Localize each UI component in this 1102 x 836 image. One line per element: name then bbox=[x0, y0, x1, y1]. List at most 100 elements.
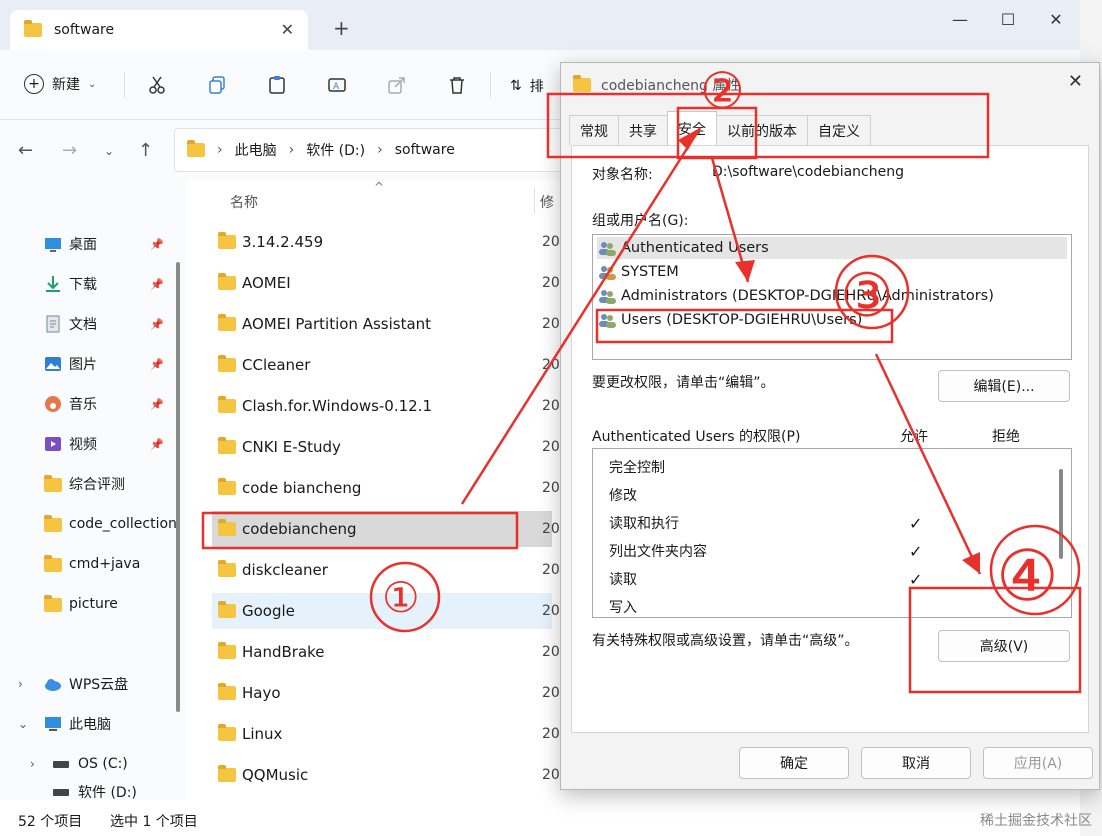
check-icon: ✓ bbox=[909, 569, 923, 589]
tab-previous-versions[interactable]: 以前的版本 bbox=[716, 115, 808, 145]
group-item[interactable]: Administrators (DESKTOP-DGIEHRU\Administ… bbox=[597, 285, 994, 307]
tab-customize[interactable]: 自定义 bbox=[807, 115, 871, 145]
tab-security[interactable]: 安全 bbox=[667, 111, 717, 145]
pin-icon: 📌 bbox=[150, 397, 164, 411]
sidebar-item-drive-d[interactable]: 软件 (D:) bbox=[0, 784, 180, 800]
sidebar-item-folder[interactable]: code_collection bbox=[0, 504, 180, 544]
forward-arrow-icon[interactable]: → bbox=[62, 140, 77, 161]
sidebar-item-downloads[interactable]: 下载 📌 bbox=[0, 264, 180, 304]
title-bar: software ✕ + — ☐ ✕ bbox=[0, 0, 1080, 50]
file-row[interactable]: QQMusic 20 bbox=[212, 757, 560, 793]
cut-icon[interactable] bbox=[146, 74, 168, 96]
sidebar-item-desktop[interactable]: 桌面 📌 bbox=[0, 224, 180, 264]
close-icon[interactable]: ✕ bbox=[1068, 71, 1083, 92]
sidebar-item-music[interactable]: 音乐 📌 bbox=[0, 384, 180, 424]
minimize-button[interactable]: — bbox=[936, 0, 984, 38]
sidebar-item-drive-c[interactable]: › OS (C:) bbox=[0, 744, 180, 784]
file-row[interactable]: AOMEI Partition Assistant 20 bbox=[212, 306, 560, 342]
file-row[interactable]: Clash.for.Windows-0.12.1 20 bbox=[212, 388, 560, 424]
sidebar-item-pictures[interactable]: 图片 📌 bbox=[0, 344, 180, 384]
breadcrumb-this-pc[interactable]: 此电脑 bbox=[235, 140, 277, 160]
group-item[interactable]: Authenticated Users bbox=[597, 237, 1067, 259]
sidebar-item-label: cmd+java bbox=[69, 556, 141, 572]
pin-icon: 📌 bbox=[150, 277, 164, 291]
recent-locations-chevron-icon[interactable]: ⌄ bbox=[104, 144, 114, 158]
group-item-label: Administrators (DESKTOP-DGIEHRU\Administ… bbox=[621, 288, 994, 304]
chevron-down-icon[interactable]: ⌄ bbox=[18, 717, 28, 731]
sidebar-item-folder[interactable]: 综合评测 bbox=[0, 464, 180, 504]
tab-title: software bbox=[54, 22, 115, 38]
apply-button[interactable]: 应用(A) bbox=[983, 747, 1093, 779]
file-row[interactable]: Hayo 20 bbox=[212, 675, 560, 711]
explorer-tab[interactable]: software ✕ bbox=[10, 10, 308, 50]
folder-icon bbox=[218, 765, 236, 782]
chevron-right-icon[interactable]: › bbox=[18, 677, 23, 691]
sidebar-item-folder[interactable]: cmd+java bbox=[0, 544, 180, 584]
file-row[interactable]: Linux 20 bbox=[212, 716, 560, 752]
download-icon bbox=[44, 275, 62, 293]
file-name: Linux bbox=[242, 725, 283, 743]
sidebar-item-wps-cloud[interactable]: › WPS云盘 bbox=[0, 664, 180, 704]
breadcrumb-drive[interactable]: 软件 (D:) bbox=[306, 140, 365, 160]
file-row[interactable]: diskcleaner 20 bbox=[212, 552, 560, 588]
sidebar-item-folder[interactable]: picture bbox=[0, 584, 180, 624]
rename-icon[interactable]: A bbox=[326, 74, 348, 96]
file-row[interactable]: Google 20 bbox=[212, 593, 560, 629]
address-bar[interactable]: › 此电脑 › 软件 (D:) › software bbox=[174, 128, 574, 172]
permission-name: 读取 bbox=[609, 572, 637, 588]
column-header-modified[interactable]: 修 bbox=[540, 192, 554, 212]
edit-hint: 要更改权限，请单击“编辑”。 bbox=[592, 375, 775, 391]
copy-icon[interactable] bbox=[206, 74, 228, 96]
file-row[interactable]: AOMEI 20 bbox=[212, 265, 560, 301]
group-item[interactable]: Users (DESKTOP-DGIEHRU\Users) bbox=[597, 309, 862, 331]
sidebar-item-label: OS (C:) bbox=[78, 756, 128, 772]
sidebar-item-label: code_collection bbox=[69, 516, 177, 532]
file-row[interactable]: CNKI E-Study 20 bbox=[212, 429, 560, 465]
folder-icon bbox=[218, 314, 236, 331]
paste-icon[interactable] bbox=[266, 74, 288, 96]
back-arrow-icon[interactable]: ← bbox=[18, 140, 33, 161]
new-button[interactable]: + 新建 ⌄ bbox=[24, 74, 96, 94]
file-row[interactable]: CCleaner 20 bbox=[212, 347, 560, 383]
advanced-button[interactable]: 高级(V) bbox=[938, 630, 1070, 662]
chevron-right-icon[interactable]: › bbox=[30, 757, 35, 771]
folder-icon bbox=[44, 515, 62, 533]
sidebar-item-label: 视频 bbox=[69, 437, 97, 453]
close-tab-icon[interactable]: ✕ bbox=[281, 20, 294, 39]
tab-sharing[interactable]: 共享 bbox=[618, 115, 668, 145]
file-row[interactable]: code biancheng 20 bbox=[212, 470, 560, 506]
new-tab-button[interactable]: + bbox=[333, 18, 350, 38]
sidebar-scrollbar[interactable] bbox=[176, 262, 180, 712]
ok-button[interactable]: 确定 bbox=[739, 747, 849, 779]
cancel-button[interactable]: 取消 bbox=[861, 747, 971, 779]
delete-icon[interactable] bbox=[446, 74, 468, 96]
group-list-label: 组或用户名(G): bbox=[592, 213, 689, 229]
file-row[interactable]: HandBrake 20 bbox=[212, 634, 560, 670]
file-name: 3.14.2.459 bbox=[242, 233, 324, 251]
up-arrow-icon[interactable]: ↑ bbox=[138, 140, 153, 161]
maximize-button[interactable]: ☐ bbox=[984, 0, 1032, 38]
permissions-scrollbar[interactable] bbox=[1059, 469, 1063, 559]
column-header-name[interactable]: 名称 bbox=[230, 192, 258, 212]
breadcrumb-folder[interactable]: software bbox=[395, 142, 455, 158]
folder-icon bbox=[218, 355, 236, 372]
sort-button[interactable]: ⇅ 排 bbox=[510, 76, 544, 96]
sidebar-item-label: 综合评测 bbox=[69, 477, 125, 493]
edit-button[interactable]: 编辑(E)... bbox=[938, 370, 1070, 402]
tab-general[interactable]: 常规 bbox=[569, 115, 619, 145]
file-date: 20 bbox=[542, 644, 560, 660]
sidebar-item-videos[interactable]: 视频 📌 bbox=[0, 424, 180, 464]
breadcrumb-separator-icon: › bbox=[288, 142, 295, 158]
sidebar-item-documents[interactable]: 文档 📌 bbox=[0, 304, 180, 344]
group-item[interactable]: SYSTEM bbox=[597, 261, 679, 283]
sidebar-item-label: 音乐 bbox=[69, 397, 97, 413]
file-name: code biancheng bbox=[242, 479, 362, 497]
file-row[interactable]: 3.14.2.459 20 bbox=[212, 224, 560, 260]
share-icon[interactable] bbox=[386, 74, 408, 96]
sidebar-item-this-pc[interactable]: ⌄ 此电脑 bbox=[0, 704, 180, 744]
permission-row: 读取和执行 ✓ bbox=[609, 509, 1049, 537]
close-window-button[interactable]: ✕ bbox=[1032, 0, 1080, 38]
column-divider[interactable] bbox=[534, 188, 535, 214]
toolbar-divider bbox=[490, 72, 491, 98]
file-row-selected[interactable]: codebiancheng 20 bbox=[212, 511, 560, 547]
